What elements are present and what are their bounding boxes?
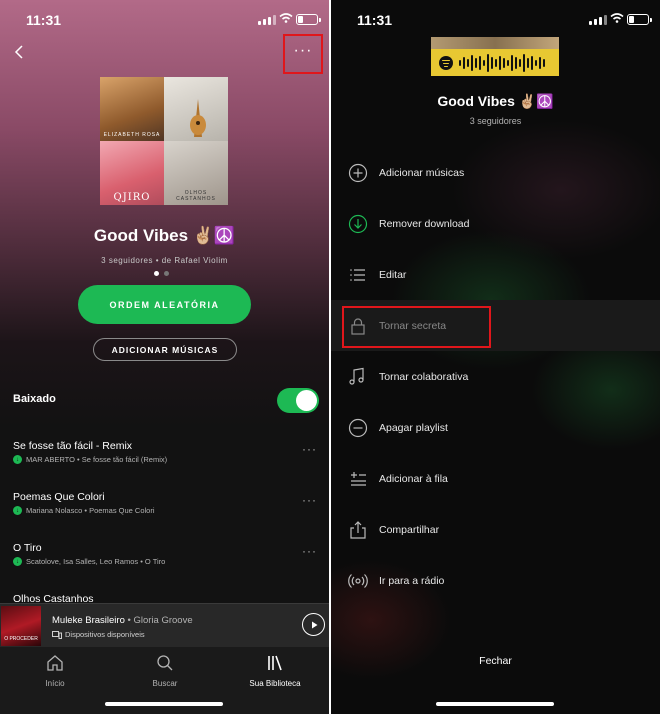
play-button[interactable]: [302, 613, 325, 636]
downloaded-label: Baixado: [13, 393, 56, 405]
close-button[interactable]: Fechar: [331, 655, 660, 667]
downloaded-icon: ↓: [13, 506, 22, 515]
add-to-queue-icon: [351, 471, 366, 486]
share-icon: [350, 520, 366, 539]
edit-list-icon: [350, 268, 365, 281]
menu-share[interactable]: Compartilhar: [331, 504, 660, 555]
code-bar: [523, 53, 525, 72]
code-bar: [483, 59, 485, 66]
collaborative-music-icon: [349, 367, 364, 385]
tab-home[interactable]: Início: [10, 653, 100, 688]
download-circle-icon: [348, 214, 368, 233]
signal-icon: [589, 15, 607, 25]
code-bar: [463, 56, 465, 69]
track-row[interactable]: Se fosse tão fácil - Remix ↓ MAR ABERTO •…: [0, 440, 329, 480]
add-songs-button[interactable]: ADICIONAR MÚSICAS: [93, 338, 237, 361]
track-row[interactable]: O Tiro ↓ Scatolove, Isa Salles, Leo Ramos…: [0, 542, 329, 582]
playlist-followers: 3 seguidores: [469, 116, 522, 126]
cover-tile: OLHOS CASTANHOS: [164, 141, 228, 205]
code-bar: [503, 57, 505, 68]
playlist-title: Good Vibes ✌🏼☮️: [437, 93, 554, 109]
code-bar: [499, 55, 501, 70]
menu-delete-playlist[interactable]: Apagar playlist: [331, 402, 660, 453]
status-time: 11:31: [357, 12, 393, 28]
tab-library[interactable]: Sua Biblioteca: [230, 653, 320, 688]
menu-remove-download[interactable]: Remover download: [331, 198, 660, 249]
code-bar: [527, 57, 529, 68]
code-bar: [475, 57, 477, 68]
plus-circle-icon: [348, 163, 368, 182]
battery-icon: [296, 14, 321, 25]
radio-icon: [348, 573, 368, 588]
code-bar: [543, 58, 545, 67]
track-more-icon[interactable]: ···: [302, 544, 317, 558]
wifi-icon: [279, 13, 293, 23]
code-bar: [459, 59, 461, 66]
menu-add-to-queue[interactable]: Adicionar à fila: [331, 453, 660, 504]
menu-make-collaborative[interactable]: Tornar colaborativa: [331, 351, 660, 402]
page-indicator: [154, 271, 169, 276]
playlist-cover: ELIZABETH ROSA QJIRO OLHOS CASTANHOS: [100, 77, 228, 205]
battery-icon: [627, 14, 652, 25]
devices-available[interactable]: Dispositivos disponíveis: [52, 630, 145, 639]
spotify-code[interactable]: [431, 49, 559, 76]
search-icon: [157, 655, 173, 671]
back-chevron-icon[interactable]: [12, 44, 28, 60]
menu-go-to-radio[interactable]: Ir para a rádio: [331, 555, 660, 606]
menu-add-songs[interactable]: Adicionar músicas: [331, 147, 660, 198]
playlist-subtitle: 3 seguidores • de Rafael Violim: [101, 256, 228, 265]
tab-search[interactable]: Buscar: [120, 653, 210, 688]
code-bar: [539, 56, 541, 69]
code-bar: [487, 53, 489, 72]
downloaded-icon: ↓: [13, 557, 22, 566]
code-bar: [531, 55, 533, 70]
highlight-annotation: [342, 306, 491, 348]
tab-bar: Início Buscar Sua Biblioteca: [0, 647, 329, 714]
spotify-logo-icon: [439, 55, 453, 70]
track-more-icon[interactable]: ···: [302, 442, 317, 456]
downloaded-icon: ↓: [13, 455, 22, 464]
code-bar: [491, 56, 493, 69]
cover-tile: [164, 77, 228, 141]
shuffle-button[interactable]: ORDEM ALEATÓRIA: [78, 285, 251, 324]
code-bar: [479, 55, 481, 70]
more-options-button[interactable]: ···: [283, 34, 323, 74]
code-bar: [495, 58, 497, 67]
code-bar: [515, 56, 517, 69]
code-bar: [535, 59, 537, 66]
code-bar: [507, 59, 509, 66]
library-icon: [268, 655, 282, 671]
cover-tile: ELIZABETH ROSA: [100, 77, 164, 141]
status-bar: 11:31: [331, 0, 660, 40]
downloaded-toggle[interactable]: [277, 388, 319, 413]
wifi-icon: [610, 13, 624, 23]
playlist-screen: 11:31 ··· ELIZABETH ROSA QJIRO OLHOS CAS…: [0, 0, 329, 714]
now-playing-bar[interactable]: O PROCEDER Muleke Brasileiro • Gloria Gr…: [0, 603, 329, 647]
minus-circle-icon: [348, 418, 368, 437]
home-indicator: [105, 702, 223, 706]
play-icon: [311, 621, 317, 628]
code-bar: [519, 58, 521, 67]
now-playing-title: Muleke Brasileiro • Gloria Groove: [52, 615, 193, 626]
menu-edit[interactable]: Editar: [331, 249, 660, 300]
now-playing-art: O PROCEDER: [1, 606, 41, 646]
home-indicator: [436, 702, 554, 706]
playlist-options-screen: 11:31 Good Vibes ✌🏼☮️ 3 seguidores Adici…: [331, 0, 660, 714]
spotify-code-bars: [459, 53, 545, 73]
signal-icon: [258, 15, 276, 25]
playlist-title: Good Vibes ✌🏼☮️: [93, 226, 236, 245]
code-bar: [511, 54, 513, 71]
cover-tile: QJIRO: [100, 141, 164, 205]
home-icon: [47, 655, 63, 671]
devices-icon: [52, 630, 62, 639]
status-time: 11:31: [26, 12, 62, 28]
track-row[interactable]: Poemas Que Colori ↓ Mariana Nolasco • Poe…: [0, 491, 329, 531]
code-bar: [471, 54, 473, 71]
code-bar: [467, 58, 469, 67]
status-bar: 11:31: [0, 0, 329, 40]
track-more-icon[interactable]: ···: [302, 493, 317, 507]
cover-art-fragment: [431, 37, 559, 49]
